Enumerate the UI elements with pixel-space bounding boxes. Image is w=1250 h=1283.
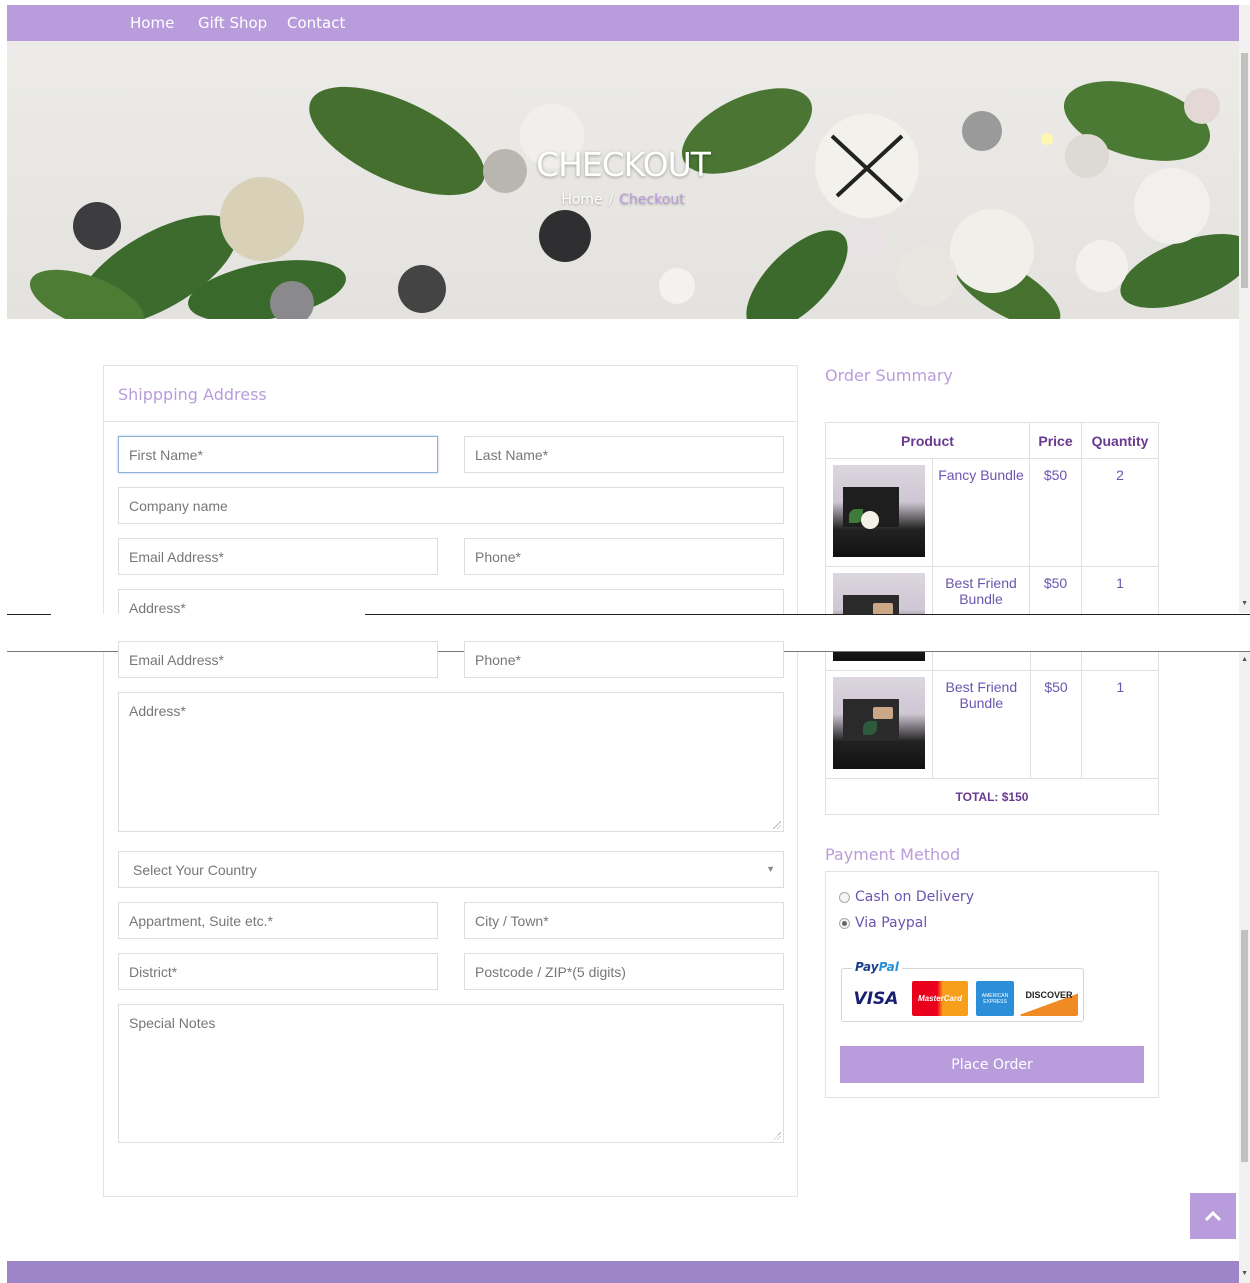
breadcrumb-home[interactable]: Home [561,192,602,208]
payment-option-label: Via Paypal [855,915,928,931]
address-placeholder: Address* [129,703,186,719]
product-name[interactable]: Best Friend Bundle [932,670,1031,779]
table-row [825,652,1159,671]
product-image-cell [825,566,933,614]
email-input[interactable]: Email Address* [118,538,438,575]
visa-card-icon: VISA [848,981,904,1016]
seam-line [7,614,51,615]
page-scrollbar-top[interactable]: ▼ [1239,5,1250,613]
order-summary-title: Order Summary [825,366,953,385]
scroll-down-arrow-icon[interactable]: ▼ [1241,600,1248,607]
seam-line [365,614,1250,615]
top-navbar: Home Gift Shop Contact [7,5,1239,41]
phone-input[interactable]: Phone* [464,538,784,575]
nav-home-link[interactable]: Home [130,14,174,32]
discover-card-icon: DISCOVER [1020,981,1078,1016]
shipping-address-card: Shippping Address First Name* Last Name*… [103,365,798,626]
breadcrumb-current: Checkout [619,192,685,208]
scroll-down-arrow-icon[interactable]: ▼ [1241,1270,1248,1277]
product-quantity [1081,652,1159,671]
email-input[interactable]: Email Address* [118,641,438,678]
address-textarea[interactable]: Address* [118,692,784,832]
page-scrollbar-bottom[interactable]: ▲ ▼ [1239,652,1250,1283]
radio-button-selected[interactable] [839,917,850,929]
order-total: TOTAL: $150 [825,778,1159,815]
product-quantity: 1 [1081,670,1159,779]
table-row: Best Friend Bundle $50 1 [825,566,1159,614]
special-notes-placeholder: Special Notes [129,1015,216,1031]
product-image-cell [825,670,933,779]
product-thumbnail[interactable] [833,573,925,614]
special-notes-textarea[interactable]: Special Notes [118,1004,784,1143]
district-input[interactable]: District* [118,953,438,990]
radio-button[interactable] [839,891,850,903]
product-thumbnail[interactable] [833,465,925,557]
resize-grip-icon[interactable] [773,1132,781,1140]
hero-banner: CHECKOUT Home / Checkout [7,41,1239,319]
nav-gift-shop-link[interactable]: Gift Shop [198,14,267,32]
city-input[interactable]: City / Town* [464,902,784,939]
back-to-top-button[interactable] [1190,1193,1236,1239]
payment-method-card: Cash on Delivery Via Paypal PayPal VISA … [825,871,1159,1098]
order-summary-table: Product Price Quantity Fancy Bundle $50 … [825,422,1159,614]
breadcrumb-separator: / [608,192,614,208]
last-name-input[interactable]: Last Name* [464,436,784,473]
chevron-down-icon: ▼ [766,864,775,874]
apartment-input[interactable]: Appartment, Suite etc.* [118,902,438,939]
card-divider [104,421,797,422]
page-title: CHECKOUT [536,145,711,184]
table-row: Fancy Bundle $50 2 [825,458,1159,567]
scrollbar-thumb[interactable] [1241,53,1248,288]
paypal-cards-badge: PayPal VISA MasterCard AMERICAN EXPRESS … [841,960,1084,1022]
breadcrumb: Home / Checkout [7,192,1239,208]
shipping-address-title: Shippping Address [118,385,267,404]
payment-option-label: Cash on Delivery [855,889,974,905]
country-select-value: Select Your Country [133,862,257,878]
total-row: TOTAL: $150 [825,778,1159,815]
phone-input[interactable]: Phone* [464,641,784,678]
product-name[interactable]: Best Friend Bundle [932,566,1030,614]
country-select[interactable]: Select Your Country ▼ [118,851,784,888]
chevron-up-icon [1204,1205,1222,1228]
product-thumbnail[interactable] [833,652,925,661]
checkout-page: Home Gift Shop Contact CHECKOUT Home / C… [0,0,1250,1283]
product-name[interactable]: Fancy Bundle [932,458,1030,567]
order-summary-clip-top: Product Price Quantity Fancy Bundle $50 … [825,422,1159,614]
paypal-logo: PayPal [852,960,902,974]
order-summary-table-continued: Best Friend Bundle $50 1 TOTAL: $150 [825,652,1159,815]
mastercard-icon: MasterCard [912,981,968,1016]
product-price: $50 [1029,670,1083,779]
product-price: $50 [1029,458,1082,567]
header-quantity: Quantity [1081,422,1159,459]
order-summary-clip-bottom: Best Friend Bundle $50 1 TOTAL: $150 [825,652,1159,817]
first-name-input[interactable]: First Name* [118,436,438,473]
header-price: Price [1029,422,1082,459]
product-quantity: 2 [1081,458,1159,567]
payment-option-paypal[interactable]: Via Paypal [839,915,927,931]
product-image-cell [825,458,933,567]
payment-method-title: Payment Method [825,845,961,864]
payment-option-cod[interactable]: Cash on Delivery [839,889,974,905]
footer-bar [7,1261,1239,1283]
resize-grip-icon[interactable] [773,821,781,829]
shipping-address-card-continued: Email Address* Phone* Address* Select Yo… [103,641,798,1197]
header-product: Product [825,422,1030,459]
amex-card-icon: AMERICAN EXPRESS [976,981,1014,1016]
place-order-button[interactable]: Place Order [840,1046,1144,1083]
table-row: Best Friend Bundle $50 1 [825,670,1159,779]
scroll-up-arrow-icon[interactable]: ▲ [1241,656,1248,663]
product-image-cell [825,652,933,671]
table-header-row: Product Price Quantity [825,422,1159,459]
postcode-input[interactable]: Postcode / ZIP*(5 digits) [464,953,784,990]
company-name-input[interactable]: Company name [118,487,784,524]
product-price: $50 [1029,566,1082,614]
nav-contact-link[interactable]: Contact [287,14,345,32]
scrollbar-thumb[interactable] [1241,930,1248,1162]
product-name[interactable] [932,652,1031,671]
product-price [1029,652,1083,671]
product-quantity: 1 [1081,566,1159,614]
product-thumbnail[interactable] [833,677,925,769]
